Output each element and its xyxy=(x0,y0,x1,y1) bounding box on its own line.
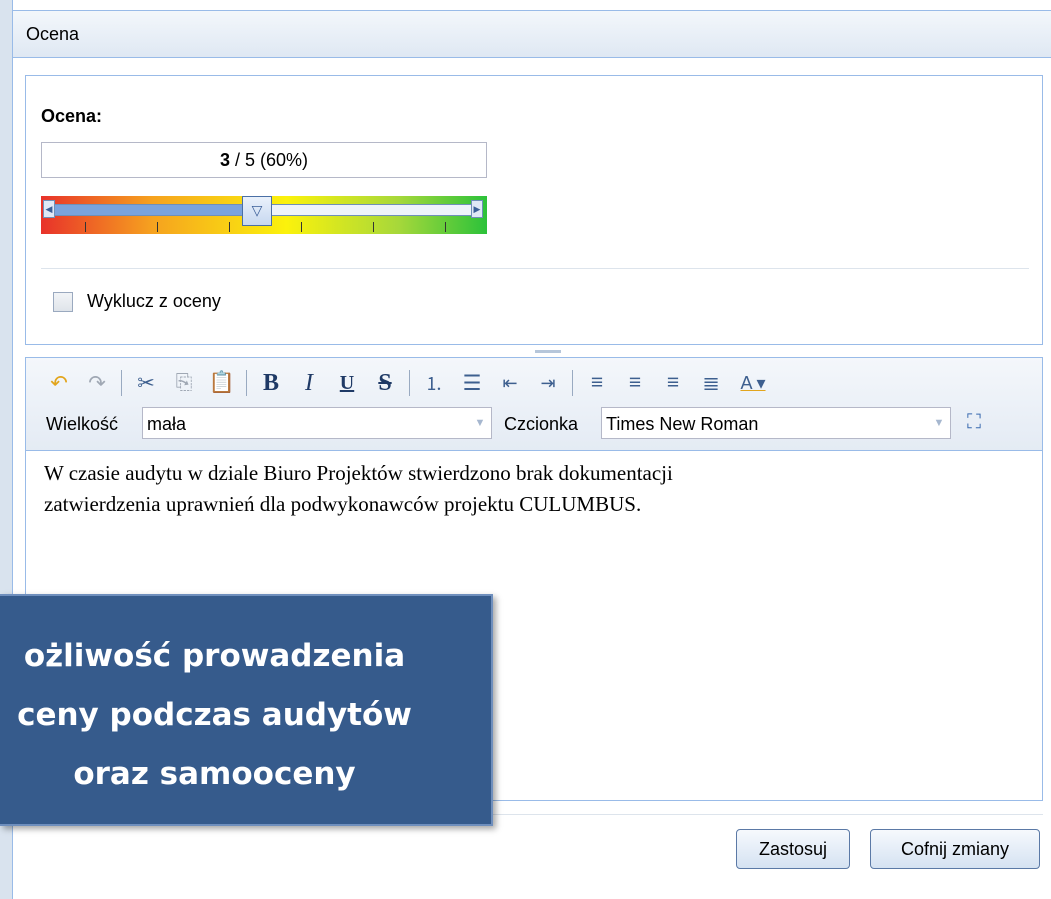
font-size-value: mała xyxy=(147,414,187,434)
slider-tick xyxy=(301,222,302,232)
slider-tick xyxy=(157,222,158,232)
rating-panel: Ocena: 3 / 5 (60%) ◀ ▶ ▽ Wyklucz z oceny xyxy=(25,75,1043,345)
promo-line: ożliwość prowadzenia xyxy=(23,638,406,674)
slider-increase-arrow-icon[interactable]: ▶ xyxy=(471,200,483,218)
cut-icon[interactable]: ✂ xyxy=(127,367,165,399)
rating-value-display: 3 / 5 (60%) xyxy=(41,142,487,178)
promo-line: ceny podczas audytów xyxy=(17,697,412,733)
revert-button[interactable]: Cofnij zmiany xyxy=(870,829,1040,869)
italic-icon[interactable]: I xyxy=(290,367,328,399)
slider-tick xyxy=(229,222,230,232)
exclude-checkbox[interactable] xyxy=(53,292,73,312)
copy-icon[interactable]: ⎘ xyxy=(165,367,203,399)
font-color-icon[interactable]: A ▾ xyxy=(730,367,776,399)
slider-tick xyxy=(85,222,86,232)
editor-text-line: zatwierdzenia uprawnień dla podwykonawcó… xyxy=(44,492,642,516)
redo-icon[interactable]: ↷ xyxy=(78,367,116,399)
rating-slider[interactable]: ◀ ▶ ▽ xyxy=(41,196,487,234)
promo-banner: ożliwość prowadzenia ceny podczas audytó… xyxy=(0,594,493,826)
editor-text-line: W czasie audytu w dziale Biuro Projektów… xyxy=(44,461,673,485)
slider-tick xyxy=(445,222,446,232)
chevron-down-icon[interactable]: ▼ xyxy=(469,408,491,438)
font-family-value: Times New Roman xyxy=(606,414,759,434)
undo-icon[interactable]: ↶ xyxy=(40,367,78,399)
panel-divider xyxy=(41,268,1029,269)
toolbar-row-formatting: ↶ ↷ ✂ ⎘ 📋 B I U S ⒈ ☰ ⇤ ⇥ ≡ ≡ ≡ ≣ A ▾ xyxy=(40,366,776,400)
promo-text: ożliwość prowadzenia ceny podczas audytó… xyxy=(0,596,491,824)
apply-button[interactable]: Zastosuj xyxy=(736,829,850,869)
toolbar-separator xyxy=(409,370,410,396)
indent-icon[interactable]: ⇥ xyxy=(529,367,567,399)
chevron-down-icon[interactable]: ▼ xyxy=(928,408,950,438)
font-size-label: Wielkość xyxy=(46,414,119,434)
font-size-select[interactable]: mała ▼ xyxy=(142,407,492,439)
slider-decrease-arrow-icon[interactable]: ◀ xyxy=(43,200,55,218)
slider-fill xyxy=(52,205,258,215)
ordered-list-icon[interactable]: ⒈ xyxy=(415,367,453,399)
toolbar-separator xyxy=(121,370,122,396)
toolbar-separator xyxy=(246,370,247,396)
paste-icon[interactable]: 📋 xyxy=(203,367,241,399)
font-family-select[interactable]: Times New Roman ▼ xyxy=(601,407,951,439)
fullscreen-icon[interactable]: ⛶ xyxy=(961,409,987,435)
rating-value-suffix: / 5 (60%) xyxy=(229,150,309,170)
align-center-icon[interactable]: ≡ xyxy=(654,367,692,399)
bold-icon[interactable]: B xyxy=(252,367,290,399)
outdent-icon[interactable]: ⇤ xyxy=(491,367,529,399)
editor-toolbar: ↶ ↷ ✂ ⎘ 📋 B I U S ⒈ ☰ ⇤ ⇥ ≡ ≡ ≡ ≣ A ▾ Wi… xyxy=(26,358,1042,451)
strikethrough-icon[interactable]: S xyxy=(366,367,404,399)
align-right-icon[interactable]: ≡ xyxy=(616,367,654,399)
window-title: Ocena xyxy=(26,24,80,44)
align-left-icon[interactable]: ≡ xyxy=(578,367,616,399)
font-family-label: Czcionka xyxy=(504,414,579,434)
rating-label: Ocena: xyxy=(41,106,103,126)
justify-icon[interactable]: ≣ xyxy=(692,367,730,399)
slider-thumb[interactable]: ▽ xyxy=(242,196,272,226)
splitter-handle[interactable] xyxy=(535,350,561,353)
editor-content[interactable]: W czasie audytu w dziale Biuro Projektów… xyxy=(44,458,1024,520)
rating-value: 3 xyxy=(219,150,230,170)
window-title-bar: Ocena xyxy=(13,10,1051,58)
promo-line: oraz samooceny xyxy=(73,756,356,792)
toolbar-row-fonts: Wielkość mała ▼ Czcionka Times New Roman… xyxy=(26,406,1042,440)
unordered-list-icon[interactable]: ☰ xyxy=(453,367,491,399)
slider-tick xyxy=(373,222,374,232)
toolbar-separator xyxy=(572,370,573,396)
underline-icon[interactable]: U xyxy=(328,367,366,399)
exclude-checkbox-label[interactable]: Wyklucz z oceny xyxy=(87,291,221,312)
